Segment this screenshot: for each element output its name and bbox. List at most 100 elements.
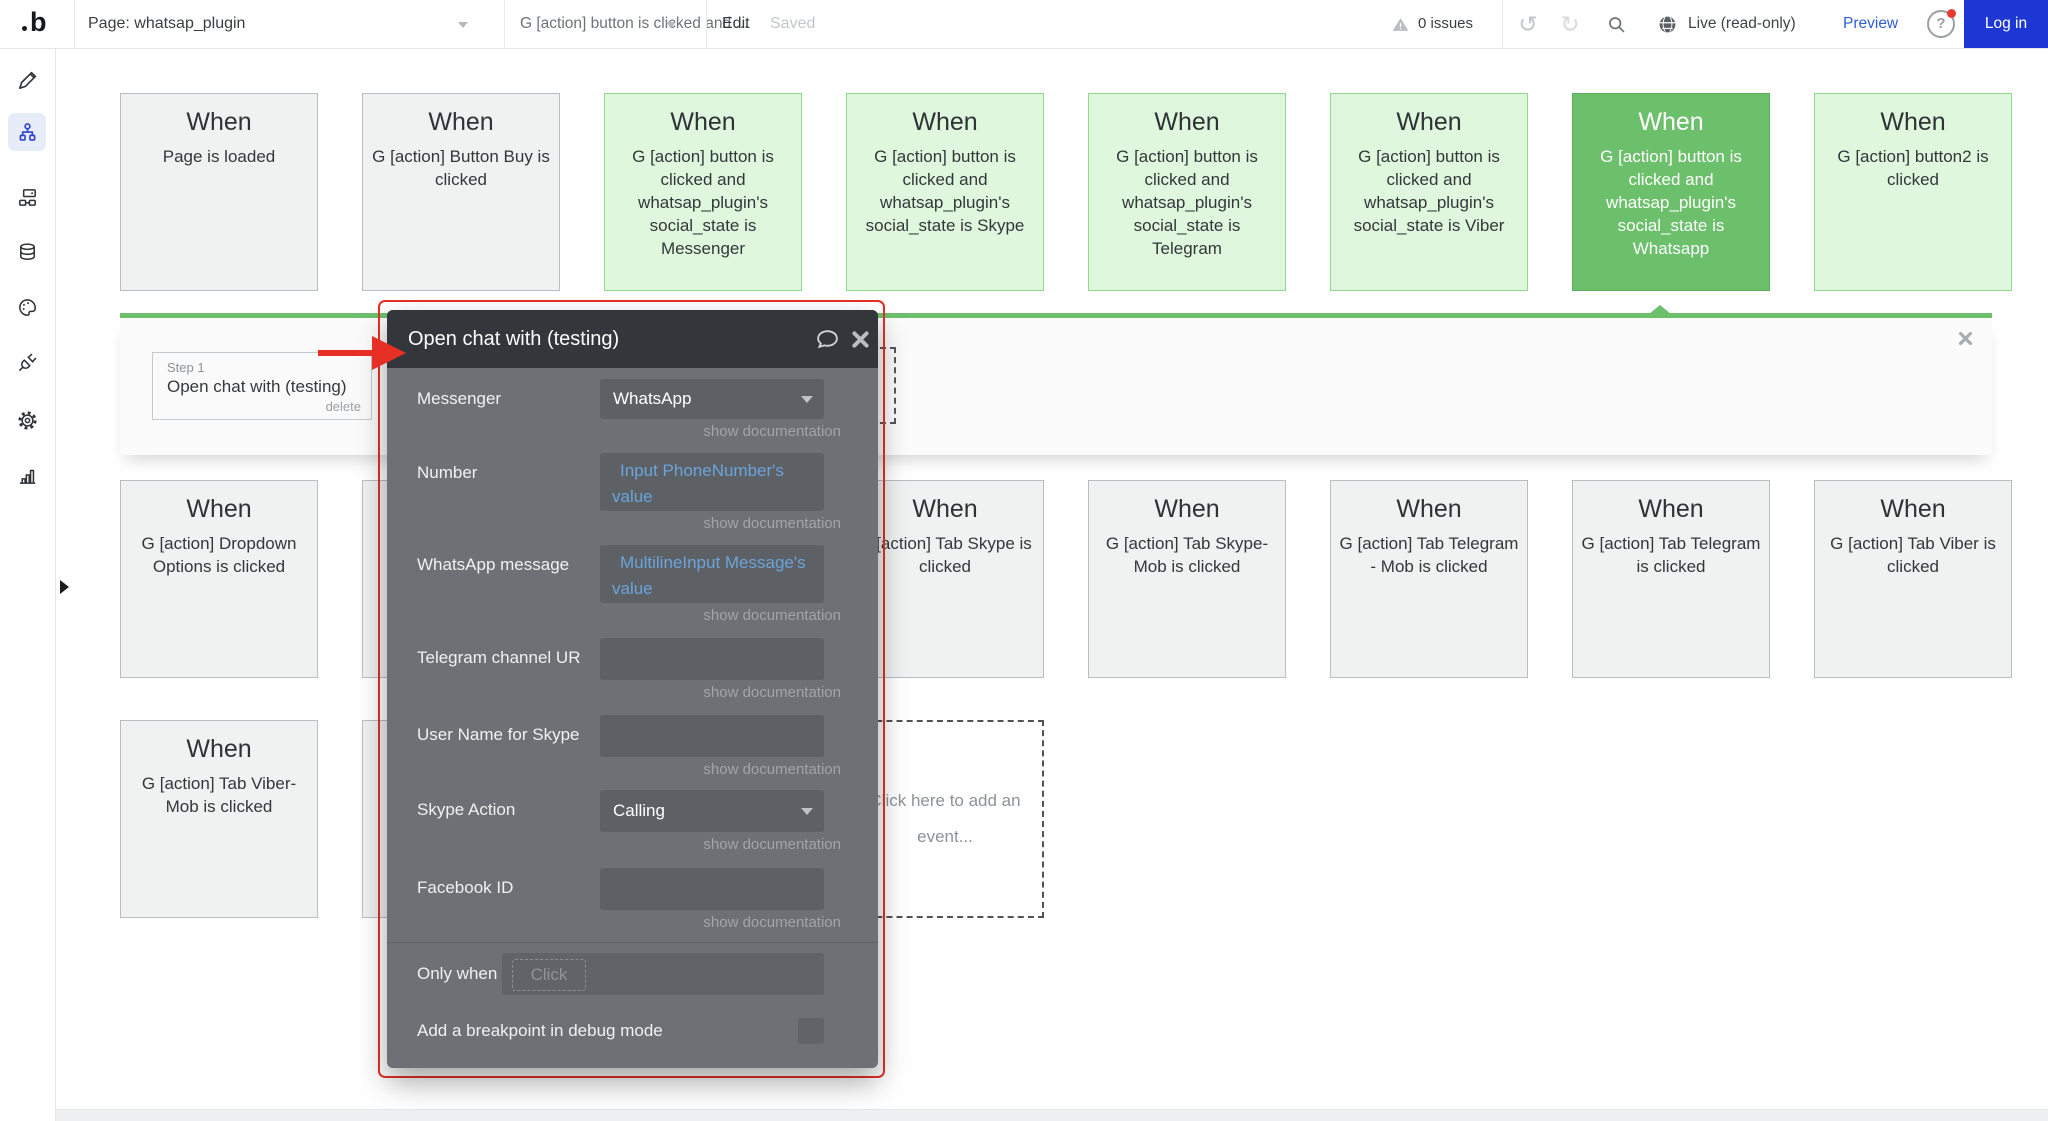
event-card-selected[interactable]: WhenG [action] button is clicked and wha…: [1572, 93, 1770, 291]
event-card[interactable]: WhenPage is loaded: [120, 93, 318, 291]
divider: [1502, 0, 1503, 48]
sidebar-item-settings[interactable]: [8, 401, 46, 439]
palette-icon: [16, 296, 39, 319]
step-delete-link[interactable]: delete: [326, 399, 361, 414]
sidebar-item-design[interactable]: [8, 61, 46, 99]
whatsapp-message-expression-input[interactable]: MultilineInput Message's value: [600, 545, 824, 603]
close-icon[interactable]: [850, 329, 871, 350]
event-card[interactable]: WhenG [action] button is clicked and wha…: [1330, 93, 1528, 291]
field-row-skype-username: User Name for Skype show documentation: [600, 715, 841, 779]
only-when-label: Only when: [417, 953, 497, 995]
event-card[interactable]: WhenG [action] button is clicked and wha…: [604, 93, 802, 291]
page-selector[interactable]: Page: whatsap_plugin: [88, 0, 245, 48]
saved-status: Saved: [770, 0, 815, 48]
chevron-down-icon: [458, 22, 468, 28]
event-card[interactable]: WhenG [action] Tab Viber is clicked: [1814, 480, 2012, 678]
only-when-condition-input[interactable]: Click: [502, 953, 824, 995]
field-row-telegram-url: Telegram channel UR show documentation: [600, 638, 841, 702]
warning-triangle-icon: [1388, 0, 1412, 48]
field-row-whatsapp-message: WhatsApp message MultilineInput Message'…: [600, 545, 841, 625]
help-icon[interactable]: ?: [1926, 0, 1956, 48]
redo-icon[interactable]: ↻: [1554, 0, 1586, 48]
breakpoint-checkbox[interactable]: [798, 1018, 824, 1044]
skype-action-select[interactable]: Calling: [600, 790, 824, 832]
event-card[interactable]: WhenG [action] Tab Viber-Mob is clicked: [120, 720, 318, 918]
search-icon[interactable]: [1600, 0, 1632, 48]
close-steps-icon[interactable]: [1957, 330, 1974, 347]
live-readonly-toggle[interactable]: Live (read-only): [1688, 0, 1796, 48]
messenger-select[interactable]: WhatsApp: [600, 379, 824, 419]
sidebar-collapse-icon[interactable]: [60, 580, 69, 594]
field-row-number: Number Input PhoneNumber's value show do…: [600, 453, 841, 533]
step-card[interactable]: Step 1 Open chat with (testing) delete: [152, 352, 372, 420]
workflow-selector[interactable]: G [action] button is clicked and ...: [520, 0, 748, 48]
step-number: Step 1: [167, 360, 357, 375]
database-icon: [16, 241, 39, 264]
event-card[interactable]: WhenG [action] button is clicked and wha…: [846, 93, 1044, 291]
help-glyph: ?: [1936, 15, 1945, 32]
sidebar-item-plugins[interactable]: [8, 343, 46, 381]
breakpoint-row: Add a breakpoint in debug mode: [387, 1018, 878, 1044]
comment-bubble-icon[interactable]: [815, 327, 840, 352]
show-documentation-link[interactable]: show documentation: [600, 761, 841, 779]
left-sidebar: [0, 48, 56, 1121]
chevron-down-icon: [801, 808, 813, 815]
sidebar-item-workflow[interactable]: [8, 113, 46, 151]
event-card[interactable]: WhenG [action] button is clicked and wha…: [1088, 93, 1286, 291]
logo-letter: b: [30, 7, 47, 38]
chevron-down-icon: [666, 22, 676, 28]
modal-title: Open chat with (testing): [408, 310, 619, 368]
number-expression-input[interactable]: Input PhoneNumber's value: [600, 453, 824, 511]
only-when-placeholder[interactable]: Click: [512, 959, 586, 991]
workflow-tree-icon: [16, 121, 39, 144]
event-card[interactable]: WhenG [action] Dropdown Options is click…: [120, 480, 318, 678]
field-row-facebook-id: Facebook ID show documentation: [600, 868, 841, 932]
top-toolbar: b Page: whatsap_plugin G [action] button…: [0, 0, 2048, 49]
globe-icon: [1654, 0, 1680, 48]
facebook-id-input[interactable]: [600, 868, 824, 910]
divider: [387, 942, 878, 943]
sidebar-item-components[interactable]: [8, 178, 46, 216]
skype-username-input[interactable]: [600, 715, 824, 757]
chevron-down-icon: [801, 396, 813, 403]
event-card[interactable]: WhenG [action] button2 is clicked: [1814, 93, 2012, 291]
bubble-editor: b Page: whatsap_plugin G [action] button…: [0, 0, 2048, 1121]
menu-edit[interactable]: Edit: [722, 0, 750, 48]
highlight-red-frame: Open chat with (testing) Messenger Whats…: [378, 300, 885, 1078]
horizontal-scrollbar[interactable]: [0, 1109, 2048, 1121]
only-when-row: Only when Click: [387, 953, 878, 995]
show-documentation-link[interactable]: show documentation: [600, 684, 841, 702]
show-documentation-link[interactable]: show documentation: [600, 515, 841, 533]
pencil-icon: [16, 69, 39, 92]
show-documentation-link[interactable]: show documentation: [600, 423, 841, 441]
event-card[interactable]: WhenG [action] Tab Telegram - Mob is cli…: [1330, 480, 1528, 678]
step-title: Open chat with (testing): [167, 377, 357, 397]
sidebar-item-styles[interactable]: [8, 288, 46, 326]
breakpoint-label: Add a breakpoint in debug mode: [417, 1018, 663, 1044]
components-icon: [16, 186, 39, 209]
divider: [706, 0, 707, 48]
show-documentation-link[interactable]: show documentation: [600, 914, 841, 932]
plug-icon: [16, 351, 39, 374]
telegram-channel-input[interactable]: [600, 638, 824, 680]
sidebar-item-data[interactable]: [8, 233, 46, 271]
show-documentation-link[interactable]: show documentation: [600, 836, 841, 854]
field-row-skype-action: Skype Action Calling show documentation: [600, 790, 841, 854]
issues-counter[interactable]: 0 issues: [1418, 0, 1473, 48]
divider: [74, 0, 75, 48]
event-card[interactable]: WhenG [action] Tab Skype-Mob is clicked: [1088, 480, 1286, 678]
login-button[interactable]: Log in: [1964, 0, 2048, 48]
notification-badge: [1947, 9, 1956, 18]
undo-icon[interactable]: ↺: [1512, 0, 1544, 48]
gear-icon: [16, 409, 39, 432]
sidebar-item-logs[interactable]: [8, 456, 46, 494]
event-card[interactable]: WhenG [action] Button Buy is clicked: [362, 93, 560, 291]
divider: [504, 0, 505, 48]
show-documentation-link[interactable]: show documentation: [600, 607, 841, 625]
preview-link[interactable]: Preview: [1843, 0, 1898, 48]
bar-chart-icon: [16, 464, 39, 487]
modal-header[interactable]: Open chat with (testing): [387, 310, 878, 368]
event-card[interactable]: WhenG [action] Tab Telegram is clicked: [1572, 480, 1770, 678]
bubble-logo-icon[interactable]: b: [16, 0, 62, 48]
field-row-messenger: Messenger WhatsApp show documentation: [600, 379, 841, 441]
